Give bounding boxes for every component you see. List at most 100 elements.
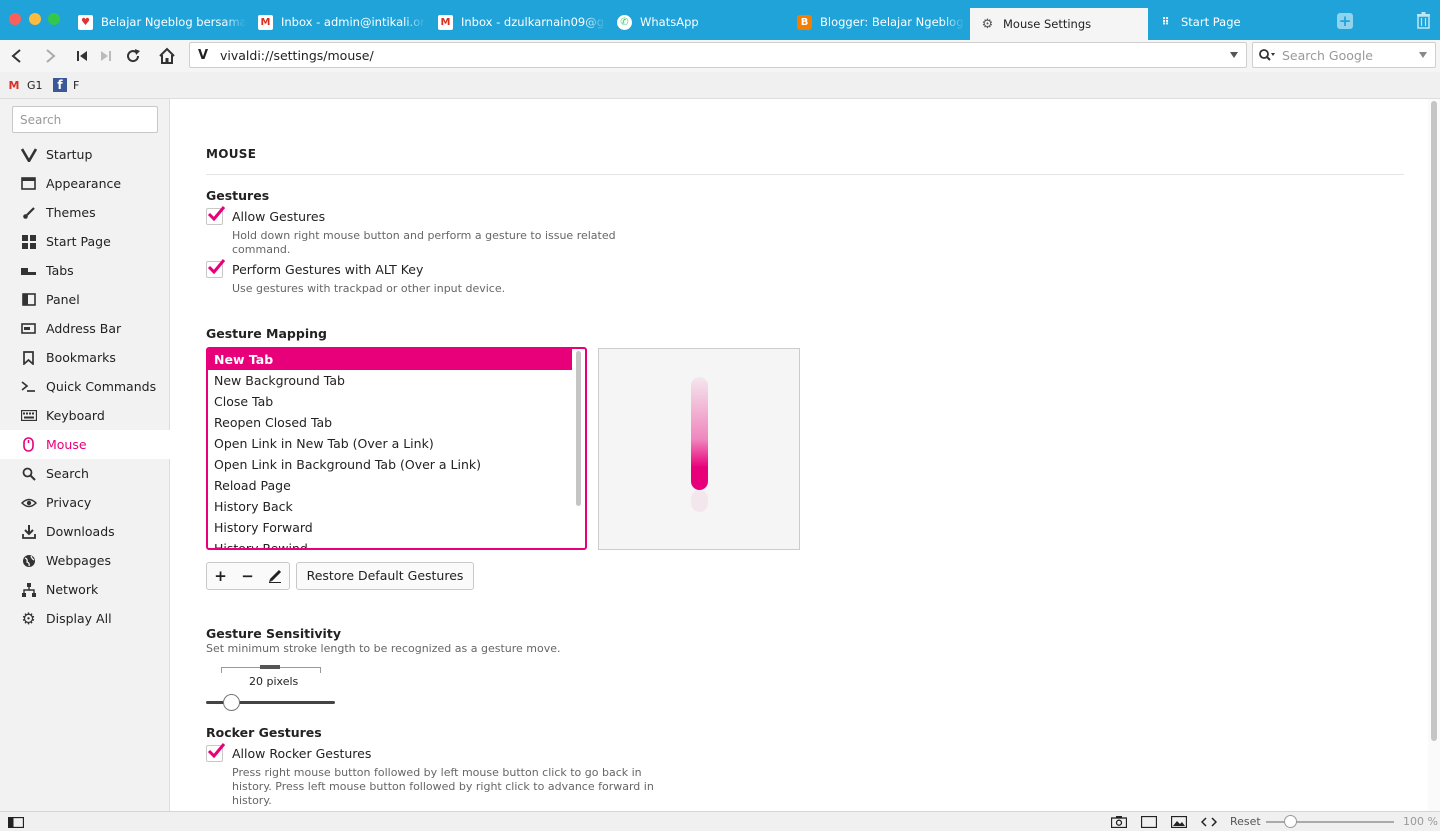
zoom-slider-thumb[interactable] bbox=[1284, 815, 1297, 828]
list-item[interactable]: Open Link in Background Tab (Over a Link… bbox=[208, 454, 572, 475]
gesture-sensitivity-heading: Gesture Sensitivity bbox=[206, 626, 341, 641]
tab-belajar-ngeblog[interactable]: ♥ Belajar Ngeblog bersama Iskandar bbox=[78, 8, 246, 36]
close-window-button[interactable] bbox=[9, 13, 21, 25]
sidebar-item-appearance[interactable]: Appearance bbox=[0, 169, 170, 198]
bookmark-f[interactable]: f F bbox=[53, 78, 79, 92]
settings-search-input[interactable] bbox=[12, 106, 158, 133]
new-tab-button[interactable]: + bbox=[1337, 13, 1353, 29]
brush-icon bbox=[20, 204, 37, 221]
gesture-sensitivity-description: Set minimum stroke length to be recogniz… bbox=[206, 642, 561, 655]
trash-icon[interactable] bbox=[1417, 12, 1430, 29]
scrollbar-thumb[interactable] bbox=[1431, 101, 1437, 741]
edit-gesture-button[interactable] bbox=[261, 563, 288, 589]
panel-icon bbox=[20, 291, 37, 308]
list-item[interactable]: New Background Tab bbox=[208, 370, 572, 391]
allow-rocker-gestures-checkbox[interactable]: Allow Rocker Gestures bbox=[206, 743, 371, 762]
tab-title: Start Page bbox=[1181, 15, 1241, 29]
allow-gestures-description: Hold down right mouse button and perform… bbox=[232, 229, 616, 256]
sidebar-item-tabs[interactable]: Tabs bbox=[0, 256, 170, 285]
zoom-reset-button[interactable]: Reset bbox=[1230, 815, 1261, 828]
reload-button[interactable] bbox=[121, 44, 145, 68]
tab-start-page[interactable]: ⠿ Start Page bbox=[1158, 8, 1326, 36]
list-item[interactable]: New Tab bbox=[208, 349, 572, 370]
list-item[interactable]: History Back bbox=[208, 496, 572, 517]
forward-button[interactable] bbox=[38, 44, 62, 68]
sensitivity-slider-thumb[interactable] bbox=[223, 694, 240, 711]
code-icon[interactable] bbox=[1201, 815, 1217, 828]
sidebar-item-startup[interactable]: Startup bbox=[0, 140, 170, 169]
page-scrollbar[interactable] bbox=[1428, 99, 1440, 811]
list-item[interactable]: Close Tab bbox=[208, 391, 572, 412]
allow-gestures-checkbox[interactable]: Allow Gestures bbox=[206, 206, 325, 225]
checkbox-box[interactable] bbox=[206, 206, 226, 225]
sidebar-item-bookmarks[interactable]: Bookmarks bbox=[0, 343, 170, 372]
gesture-mapping-heading: Gesture Mapping bbox=[206, 326, 327, 341]
sensitivity-value: 20 pixels bbox=[249, 675, 299, 688]
chevron-down-icon[interactable] bbox=[1230, 52, 1238, 58]
url-field[interactable]: V vivaldi://settings/mouse/ bbox=[189, 42, 1247, 68]
sidebar-item-panel[interactable]: Panel bbox=[0, 285, 170, 314]
vivaldi-icon: V bbox=[198, 47, 209, 63]
fast-forward-button[interactable] bbox=[94, 44, 118, 68]
sidebar-item-address-bar[interactable]: Address Bar bbox=[0, 314, 170, 343]
restore-default-gestures-button[interactable]: Restore Default Gestures bbox=[296, 562, 474, 590]
search-engine-field[interactable]: Search Google bbox=[1252, 42, 1436, 68]
panel-toggle-icon[interactable] bbox=[8, 816, 24, 829]
tiling-icon[interactable] bbox=[1141, 815, 1157, 828]
list-scrollbar[interactable] bbox=[576, 351, 581, 506]
search-icon bbox=[1259, 49, 1275, 61]
list-item[interactable]: History Forward bbox=[208, 517, 572, 538]
sidebar-item-privacy[interactable]: Privacy bbox=[0, 488, 170, 517]
bookmark-g1[interactable]: M G1 bbox=[7, 78, 43, 92]
remove-gesture-button[interactable]: − bbox=[234, 563, 261, 589]
sidebar-item-quick-commands[interactable]: Quick Commands bbox=[0, 372, 170, 401]
gesture-list[interactable]: New Tab New Background Tab Close Tab Reo… bbox=[206, 347, 587, 550]
sidebar-item-downloads[interactable]: Downloads bbox=[0, 517, 170, 546]
grid-icon: ⠿ bbox=[1161, 16, 1170, 28]
gmail-icon: M bbox=[258, 14, 273, 30]
checkbox-box[interactable] bbox=[206, 259, 226, 278]
tab-mouse-settings[interactable]: ⚙ Mouse Settings bbox=[970, 8, 1148, 40]
bookmark-bar: M G1 f F bbox=[0, 72, 1440, 99]
maximize-window-button[interactable] bbox=[48, 13, 60, 25]
alt-gestures-checkbox[interactable]: Perform Gestures with ALT Key bbox=[206, 259, 423, 278]
sidebar-item-keyboard[interactable]: Keyboard bbox=[0, 401, 170, 430]
sidebar-item-label: Themes bbox=[46, 205, 96, 220]
sidebar-item-webpages[interactable]: Webpages bbox=[0, 546, 170, 575]
eye-icon bbox=[20, 494, 37, 511]
facebook-icon: f bbox=[53, 78, 67, 92]
tab-blogger[interactable]: B Blogger: Belajar Ngeblog bersama bbox=[797, 8, 965, 36]
gestures-heading: Gestures bbox=[206, 188, 270, 203]
vivaldi-icon bbox=[20, 146, 37, 163]
grid-icon bbox=[20, 233, 37, 250]
tab-whatsapp[interactable]: ✆ WhatsApp bbox=[617, 8, 785, 36]
tab-inbox-dzulkarnain[interactable]: M Inbox - dzulkarnain09@gmail.com bbox=[438, 8, 606, 36]
checkbox-box[interactable] bbox=[206, 743, 226, 762]
sidebar-item-themes[interactable]: Themes bbox=[0, 198, 170, 227]
chevron-down-icon[interactable] bbox=[1419, 52, 1427, 58]
minimize-window-button[interactable] bbox=[29, 13, 41, 25]
home-button[interactable] bbox=[155, 44, 179, 68]
rewind-button[interactable] bbox=[70, 44, 94, 68]
tab-title: Mouse Settings bbox=[1003, 17, 1092, 31]
bookmark-label: G1 bbox=[27, 78, 43, 92]
tab-inbox-admin[interactable]: M Inbox - admin@intikali.org - Intikali bbox=[258, 8, 426, 36]
camera-icon[interactable] bbox=[1111, 815, 1127, 828]
list-item[interactable]: Reload Page bbox=[208, 475, 572, 496]
images-icon[interactable] bbox=[1171, 815, 1187, 828]
blogger-icon: B bbox=[797, 14, 812, 30]
list-item[interactable]: Open Link in New Tab (Over a Link) bbox=[208, 433, 572, 454]
gear-icon: ⚙ bbox=[21, 609, 36, 628]
download-icon bbox=[20, 523, 37, 540]
sidebar-item-display-all[interactable]: ⚙ Display All bbox=[0, 604, 170, 633]
sidebar-item-network[interactable]: Network bbox=[0, 575, 170, 604]
back-button[interactable] bbox=[5, 44, 29, 68]
sidebar-item-start-page[interactable]: Start Page bbox=[0, 227, 170, 256]
add-gesture-button[interactable]: + bbox=[207, 563, 234, 589]
list-item[interactable]: History Rewind bbox=[208, 538, 572, 548]
sidebar-item-search[interactable]: Search bbox=[0, 459, 170, 488]
gmail-icon: M bbox=[8, 78, 20, 92]
sidebar-item-label: Search bbox=[46, 466, 89, 481]
sidebar-item-mouse[interactable]: Mouse bbox=[0, 430, 170, 459]
list-item[interactable]: Reopen Closed Tab bbox=[208, 412, 572, 433]
